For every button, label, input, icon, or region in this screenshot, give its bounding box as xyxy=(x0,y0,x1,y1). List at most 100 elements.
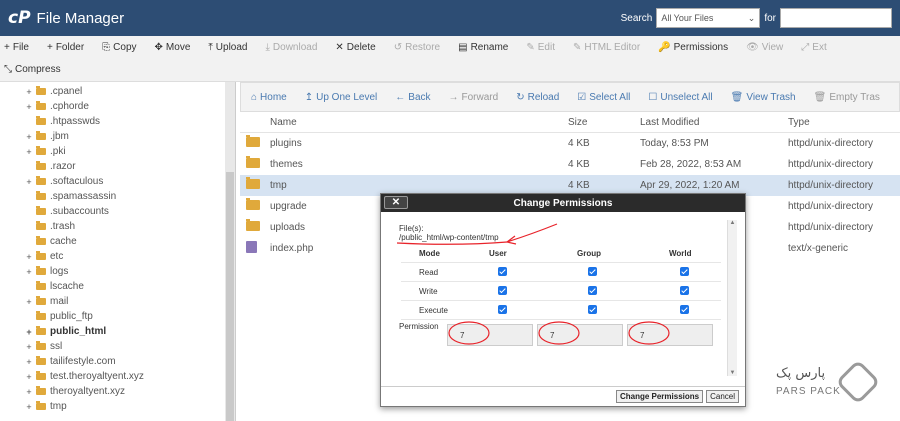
nav-home-button[interactable]: ⌂ Home xyxy=(251,92,287,103)
tree-item[interactable]: + logs xyxy=(0,264,235,279)
toolbar-upload-button[interactable]: ⤒ Upload xyxy=(208,42,247,53)
cell-type: httpd/unix-directory xyxy=(788,222,874,233)
folder-icon xyxy=(246,156,260,171)
expand-icon[interactable]: + xyxy=(24,132,34,142)
compress-icon: ⤡ xyxy=(4,63,12,75)
table-row[interactable]: themes 4 KB Feb 28, 2022, 8:53 AM httpd/uni… xyxy=(240,154,900,175)
expand-icon[interactable]: + xyxy=(24,87,34,97)
folder-icon xyxy=(36,251,46,260)
cpanel-logo[interactable]: cP File Manager xyxy=(8,8,124,28)
expand-icon[interactable]: + xyxy=(24,102,34,112)
expand-icon[interactable]: + xyxy=(24,357,34,367)
tree-item[interactable]: + tailifestyle.com xyxy=(0,354,235,369)
permission-user-value[interactable]: 7 xyxy=(447,324,533,346)
tree-item[interactable]: .trash xyxy=(0,219,235,234)
toolbar-permissions-button[interactable]: 🔑 Permissions xyxy=(658,42,728,53)
user-execute-checkbox[interactable] xyxy=(497,304,507,316)
column-header-modified[interactable]: Last Modified xyxy=(640,117,699,128)
tree-item[interactable]: cache xyxy=(0,234,235,249)
tree-item[interactable]: public_ftp xyxy=(0,309,235,324)
change-permissions-button[interactable]: Change Permissions xyxy=(615,390,704,403)
tree-item[interactable]: .subaccounts xyxy=(0,204,235,219)
close-icon[interactable]: ✕ xyxy=(384,196,408,209)
toolbar-html-editor-button[interactable]: ✎ HTML Editor xyxy=(573,42,640,53)
file-label: File(s): xyxy=(399,224,424,233)
permission-group-value[interactable]: 7 xyxy=(537,324,623,346)
expand-icon[interactable]: + xyxy=(24,147,34,157)
cell-name: plugins xyxy=(270,138,302,149)
nav-up-one-level-button[interactable]: ↥ Up One Level xyxy=(305,92,378,103)
nav-select-all-button[interactable]: ☑ Select All xyxy=(577,92,630,103)
cell-size: 4 KB xyxy=(568,138,590,149)
toolbar-file-button[interactable]: + File xyxy=(4,42,29,53)
expand-icon[interactable]: + xyxy=(24,372,34,382)
column-header-type[interactable]: Type xyxy=(788,117,810,128)
scroll-down-icon[interactable]: ▼ xyxy=(728,370,737,376)
search-scope-select[interactable]: All Your Files ⌄ xyxy=(656,8,761,28)
folder-icon xyxy=(36,401,46,410)
tree-item[interactable]: + .softaculous xyxy=(0,174,235,189)
group-write-checkbox[interactable] xyxy=(587,285,597,297)
expand-icon[interactable]: + xyxy=(24,177,34,187)
tree-item[interactable]: + etc xyxy=(0,249,235,264)
toolbar-move-button[interactable]: ✥ Move xyxy=(155,42,191,53)
column-header-size[interactable]: Size xyxy=(568,117,587,128)
expand-icon[interactable]: + xyxy=(24,297,34,307)
toolbar-ext-button[interactable]: ⤢ Ext xyxy=(801,42,826,53)
expand-icon[interactable]: + xyxy=(24,327,34,337)
nav-reload-button[interactable]: ↻ Reload xyxy=(516,92,559,103)
group-execute-checkbox[interactable] xyxy=(587,304,597,316)
cancel-button[interactable]: Cancel xyxy=(706,390,739,403)
world-execute-checkbox[interactable] xyxy=(679,304,689,316)
tree-item[interactable]: + theroyaltyent.xyz xyxy=(0,384,235,399)
user-write-checkbox[interactable] xyxy=(497,285,507,297)
tree-item[interactable]: .htpasswds xyxy=(0,114,235,129)
expand-icon[interactable]: + xyxy=(24,402,34,412)
nav-view-trash-button[interactable]: 🗑 View Trash xyxy=(731,92,796,103)
toolbar-edit-button[interactable]: ✎ Edit xyxy=(526,42,555,53)
toolbar-restore-button[interactable]: ↺ Restore xyxy=(394,42,440,53)
toolbar-button-label: Edit xyxy=(537,41,555,53)
toolbar-button-label: Ext xyxy=(812,41,827,53)
tree-item[interactable]: + test.theroyaltyent.xyz xyxy=(0,369,235,384)
tree-item[interactable]: + .jbm xyxy=(0,129,235,144)
nav-forward-button[interactable]: → Forward xyxy=(449,92,499,103)
expand-icon[interactable]: + xyxy=(24,267,34,277)
tree-item[interactable]: + public_html xyxy=(0,324,235,339)
toolbar-download-button[interactable]: ⤓ Download xyxy=(266,42,318,53)
column-header-name[interactable]: Name xyxy=(270,117,297,128)
tree-item[interactable]: + ssl xyxy=(0,339,235,354)
nav-unselect-all-button[interactable]: ☐ Unselect All xyxy=(648,92,712,103)
rename-icon: ▤ xyxy=(458,41,468,53)
tree-item[interactable]: .razor xyxy=(0,159,235,174)
tree-item[interactable]: lscache xyxy=(0,279,235,294)
tree-item[interactable]: + .cpanel xyxy=(0,84,235,99)
tree-item[interactable]: + .cphorde xyxy=(0,99,235,114)
tree-item[interactable]: + mail xyxy=(0,294,235,309)
toolbar-compress-button[interactable]: ⤡ Compress xyxy=(4,64,61,75)
dialog-scrollbar[interactable]: ▲ ▼ xyxy=(727,220,737,376)
toolbar-view-button[interactable]: 👁 View xyxy=(746,42,783,53)
search-input[interactable] xyxy=(780,8,892,28)
expand-icon[interactable]: + xyxy=(24,387,34,397)
expand-icon[interactable]: + xyxy=(24,252,34,262)
nav-empty-tras-button[interactable]: 🗑 Empty Tras xyxy=(814,92,880,103)
toolbar-copy-button[interactable]: ⎘ Copy xyxy=(102,42,136,53)
nav-back-button[interactable]: ← Back xyxy=(395,92,430,103)
world-read-checkbox[interactable] xyxy=(679,266,689,278)
world-write-checkbox[interactable] xyxy=(679,285,689,297)
tree-item[interactable]: + tmp xyxy=(0,399,235,414)
expand-icon[interactable]: + xyxy=(24,342,34,352)
sidebar-scrollbar-thumb[interactable] xyxy=(226,172,234,421)
toolbar-rename-button[interactable]: ▤ Rename xyxy=(458,42,508,53)
watermark-text-en: PARS PACK xyxy=(776,386,841,397)
toolbar-folder-button[interactable]: + Folder xyxy=(47,42,84,53)
tree-item[interactable]: .spamassassin xyxy=(0,189,235,204)
permission-world-value[interactable]: 7 xyxy=(627,324,713,346)
tree-item[interactable]: + .pki xyxy=(0,144,235,159)
table-row[interactable]: plugins 4 KB Today, 8:53 PM httpd/unix-dire… xyxy=(240,133,900,154)
group-read-checkbox[interactable] xyxy=(587,266,597,278)
scroll-up-icon[interactable]: ▲ xyxy=(728,220,737,226)
toolbar-delete-button[interactable]: ✕ Delete xyxy=(335,42,375,53)
user-read-checkbox[interactable] xyxy=(497,266,507,278)
